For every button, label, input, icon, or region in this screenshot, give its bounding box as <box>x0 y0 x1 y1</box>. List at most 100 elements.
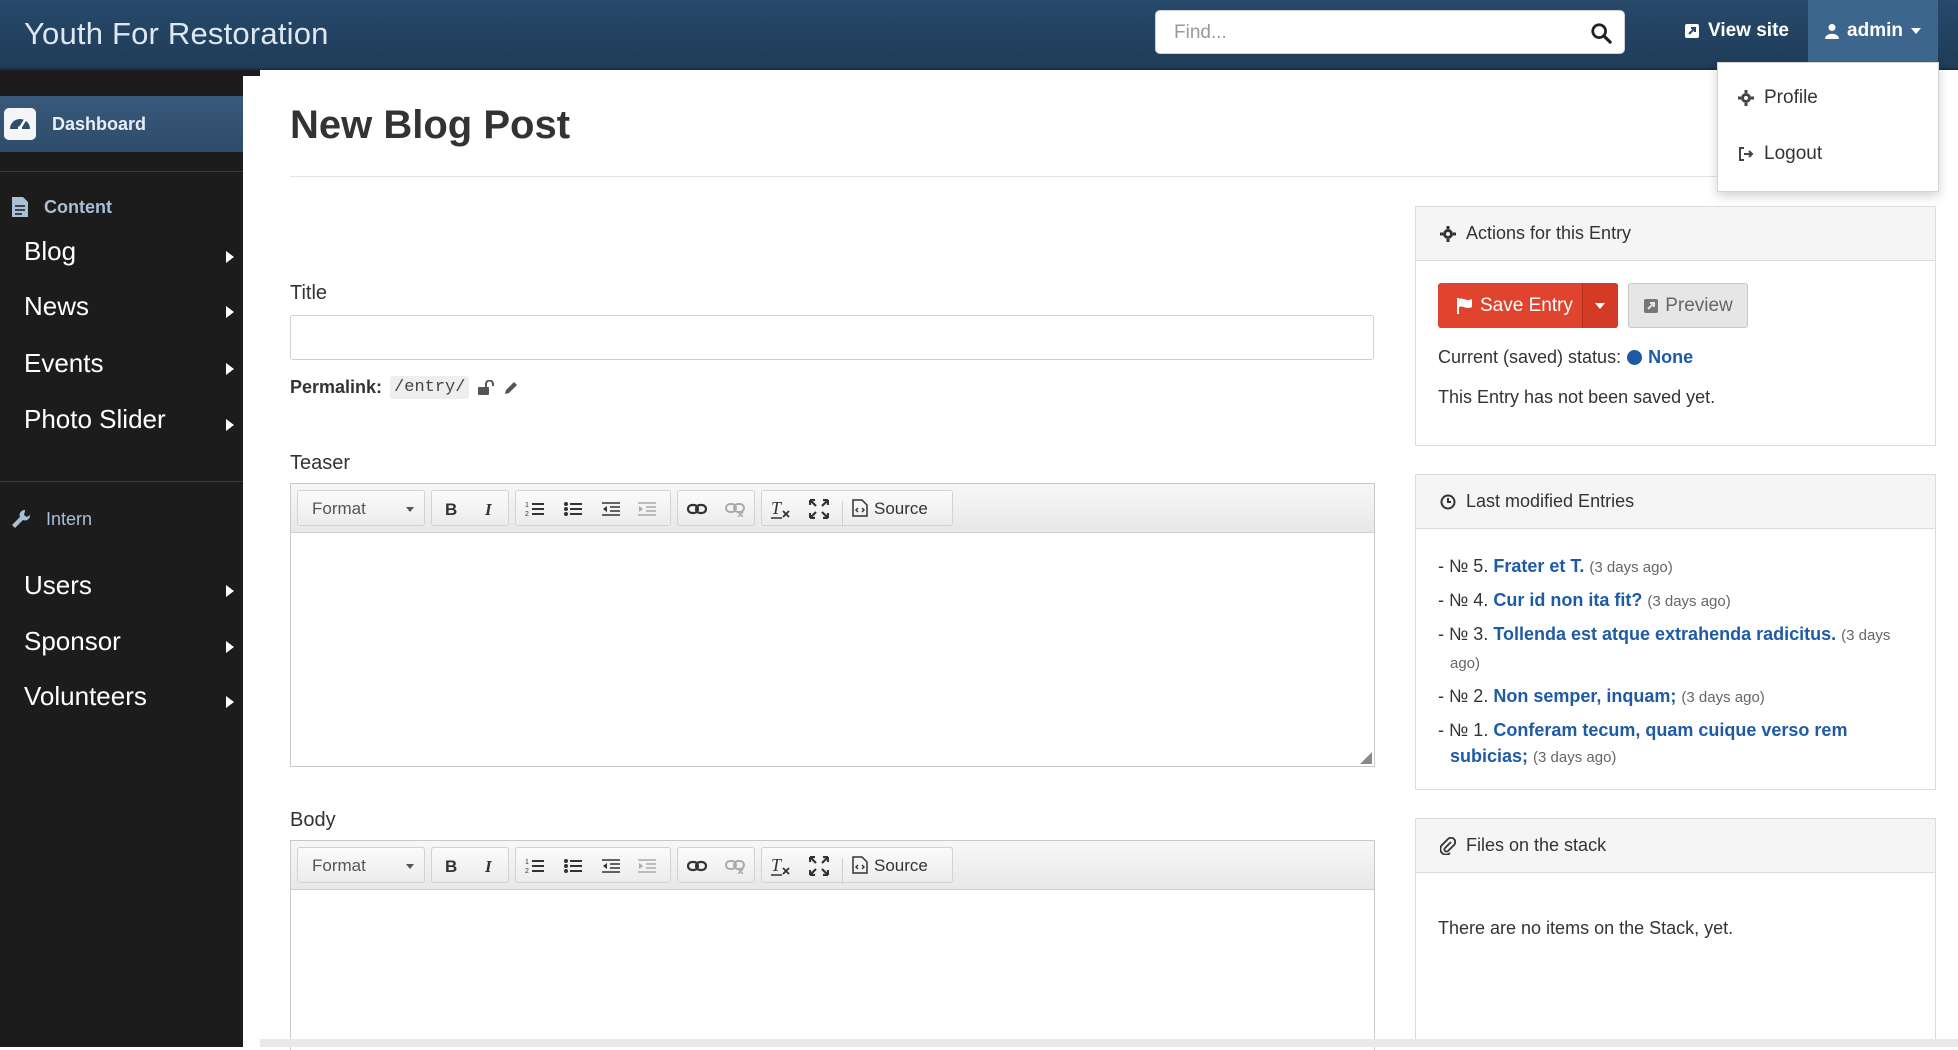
entry-number: - № 4. <box>1438 590 1489 610</box>
user-menu-button[interactable]: admin <box>1808 0 1938 62</box>
sidebar-item-label: Dashboard <box>52 114 147 134</box>
sidebar-item-photo-slider[interactable]: Photo Slider <box>24 404 234 444</box>
dropdown-item-label: Logout <box>1764 143 1823 164</box>
chevron-down-icon <box>406 864 414 869</box>
bold-button[interactable]: B <box>438 496 464 522</box>
link-button[interactable] <box>684 496 710 522</box>
unlock-icon[interactable] <box>477 379 495 396</box>
unlink-button[interactable] <box>722 496 748 522</box>
source-button[interactable]: Source <box>848 848 948 882</box>
decrease-indent-icon <box>602 502 620 516</box>
entry-link[interactable]: Non semper, inquam; <box>1493 686 1676 706</box>
title-field[interactable] <box>290 315 1374 360</box>
teaser-label: Teaser <box>290 452 351 474</box>
editor-toolbar: Format B I 1 2 T Source <box>291 484 1374 533</box>
entry-age: (3 days ago) <box>1589 559 1673 576</box>
preview-label: Preview <box>1665 294 1733 316</box>
sidebar-item-volunteers[interactable]: Volunteers <box>24 681 234 721</box>
bold-icon: B <box>445 857 457 875</box>
sidebar-item-users[interactable]: Users <box>24 570 234 610</box>
entry-link[interactable]: Cur id non ita fit? <box>1493 590 1642 610</box>
sidebar-item-news[interactable]: News <box>24 291 234 331</box>
files-stack-header: Files on the stack <box>1416 819 1935 873</box>
bold-button[interactable]: B <box>438 853 464 879</box>
resize-handle[interactable] <box>1360 752 1372 764</box>
maximize-button[interactable] <box>806 496 832 522</box>
unlink-icon <box>725 503 745 517</box>
teaser-content-area[interactable] <box>291 532 1374 766</box>
chevron-right-icon <box>226 251 234 263</box>
preview-button[interactable]: Preview <box>1628 283 1748 328</box>
svg-text:1: 1 <box>525 859 529 866</box>
numbered-list-button[interactable]: 1 2 <box>522 496 548 522</box>
entry-link[interactable]: Tollenda est atque extrahenda radicitus. <box>1493 624 1836 644</box>
entry-number: - № 5. <box>1438 556 1489 576</box>
bulleted-list-button[interactable] <box>560 853 586 879</box>
basic-styles-group: B I <box>431 490 509 526</box>
decrease-indent-button[interactable] <box>598 853 624 879</box>
increase-indent-button[interactable] <box>634 853 660 879</box>
remove-format-button[interactable]: T <box>768 853 794 879</box>
dropdown-item-profile[interactable]: Profile <box>1738 87 1818 109</box>
brand-title[interactable]: Youth For Restoration <box>24 16 329 52</box>
link-group <box>677 490 755 526</box>
sidebar-item-blog[interactable]: Blog <box>24 236 234 276</box>
last-modified-header: Last modified Entries <box>1416 475 1935 529</box>
increase-indent-icon <box>638 502 656 516</box>
svg-text:2: 2 <box>525 868 529 875</box>
sidebar-item-dashboard[interactable]: Dashboard <box>0 96 243 152</box>
paperclip-icon <box>1440 836 1456 855</box>
decrease-indent-button[interactable] <box>598 496 624 522</box>
bulleted-list-button[interactable] <box>560 496 586 522</box>
external-link-icon <box>1644 298 1659 313</box>
editor-toolbar: Format B I 1 2 T Source <box>291 841 1374 890</box>
link-icon <box>687 860 707 872</box>
search-icon[interactable] <box>1590 22 1612 44</box>
sidebar-section-label: Intern <box>46 508 93 529</box>
body-content-area[interactable] <box>291 889 1374 1049</box>
format-select[interactable]: Format <box>297 490 425 526</box>
maximize-icon <box>809 856 829 876</box>
last-modified-panel: Last modified Entries - № 5. Frater et T… <box>1415 474 1936 790</box>
title-label: Title <box>290 282 328 304</box>
svg-text:B: B <box>445 500 457 518</box>
sidebar-item-sponsor[interactable]: Sponsor <box>24 626 234 666</box>
sidebar-section-intern: Intern <box>10 508 92 530</box>
external-link-icon <box>1685 24 1699 38</box>
tools-group: T Source <box>761 847 953 884</box>
format-label: Format <box>312 856 366 875</box>
italic-button[interactable]: I <box>476 853 502 879</box>
chevron-right-icon <box>226 641 234 653</box>
maximize-button[interactable] <box>806 853 832 879</box>
save-entry-label: Save Entry <box>1480 294 1573 316</box>
toolbar-separator <box>842 501 843 527</box>
entry-link[interactable]: Conferam tecum, quam cuique verso rem su… <box>1450 720 1847 766</box>
search-input[interactable] <box>1172 19 1576 47</box>
numbered-list-icon: 1 2 <box>525 859 544 875</box>
numbered-list-button[interactable]: 1 2 <box>522 853 548 879</box>
dropdown-item-logout[interactable]: Logout <box>1738 143 1822 165</box>
basic-styles-group: B I <box>431 847 509 883</box>
sidebar-item-events[interactable]: Events <box>24 348 234 388</box>
horizontal-scrollbar[interactable] <box>260 1039 1958 1047</box>
sidebar-item-label: Volunteers <box>24 681 147 711</box>
format-select[interactable]: Format <box>297 847 425 883</box>
italic-icon: I <box>484 500 493 518</box>
body-editor: Format B I 1 2 T Source <box>290 840 1375 1050</box>
user-name: admin <box>1847 20 1903 41</box>
source-button[interactable]: Source <box>848 491 948 525</box>
source-icon <box>852 856 868 874</box>
view-site-link[interactable]: View site <box>1684 20 1789 42</box>
list-item: - № 5. Frater et T. (3 days ago) <box>1438 553 1908 581</box>
pencil-icon[interactable] <box>503 380 519 396</box>
link-button[interactable] <box>684 853 710 879</box>
sidebar-divider <box>0 481 243 482</box>
save-options-toggle[interactable] <box>1582 283 1618 328</box>
user-icon <box>1825 24 1840 39</box>
unlink-button[interactable] <box>722 853 748 879</box>
remove-format-button[interactable]: T <box>768 496 794 522</box>
increase-indent-button[interactable] <box>634 496 660 522</box>
italic-button[interactable]: I <box>476 496 502 522</box>
entry-link[interactable]: Frater et T. <box>1493 556 1584 576</box>
teaser-editor: Format B I 1 2 T Source <box>290 483 1375 767</box>
